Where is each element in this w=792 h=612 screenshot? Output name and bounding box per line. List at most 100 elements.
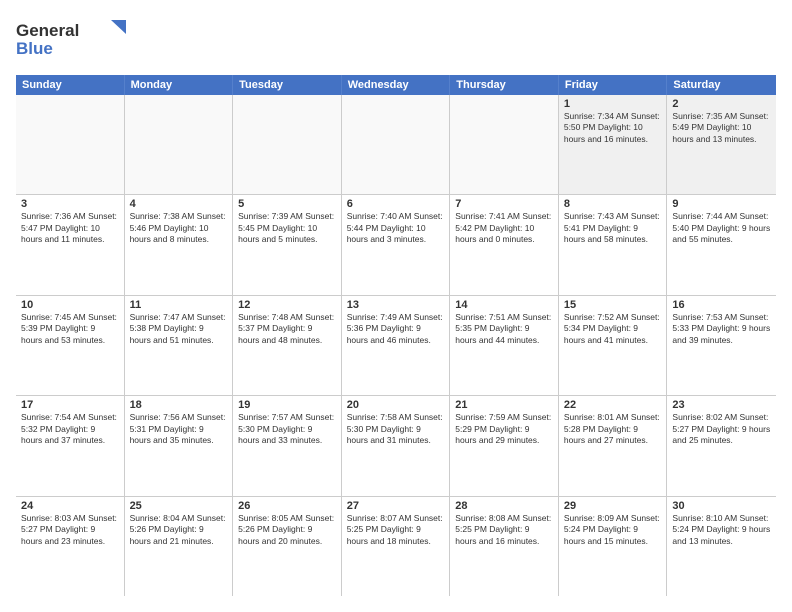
day-number: 2 — [672, 98, 771, 110]
day-info: Sunrise: 7:40 AM Sunset: 5:44 PM Dayligh… — [347, 211, 445, 245]
calendar-page: General Blue SundayMondayTuesdayWednesda… — [0, 0, 792, 612]
day-cell-28: 28Sunrise: 8:08 AM Sunset: 5:25 PM Dayli… — [450, 497, 559, 596]
header-day-sunday: Sunday — [16, 75, 125, 95]
day-info: Sunrise: 7:36 AM Sunset: 5:47 PM Dayligh… — [21, 211, 119, 245]
day-cell-5: 5Sunrise: 7:39 AM Sunset: 5:45 PM Daylig… — [233, 195, 342, 294]
day-cell-14: 14Sunrise: 7:51 AM Sunset: 5:35 PM Dayli… — [450, 296, 559, 395]
day-cell-16: 16Sunrise: 7:53 AM Sunset: 5:33 PM Dayli… — [667, 296, 776, 395]
day-cell-4: 4Sunrise: 7:38 AM Sunset: 5:46 PM Daylig… — [125, 195, 234, 294]
day-cell-10: 10Sunrise: 7:45 AM Sunset: 5:39 PM Dayli… — [16, 296, 125, 395]
calendar: SundayMondayTuesdayWednesdayThursdayFrid… — [16, 75, 776, 596]
day-number: 13 — [347, 299, 445, 311]
day-info: Sunrise: 7:58 AM Sunset: 5:30 PM Dayligh… — [347, 412, 445, 446]
day-number: 21 — [455, 399, 553, 411]
day-number: 5 — [238, 198, 336, 210]
day-cell-25: 25Sunrise: 8:04 AM Sunset: 5:26 PM Dayli… — [125, 497, 234, 596]
day-cell-18: 18Sunrise: 7:56 AM Sunset: 5:31 PM Dayli… — [125, 396, 234, 495]
day-number: 6 — [347, 198, 445, 210]
day-info: Sunrise: 7:43 AM Sunset: 5:41 PM Dayligh… — [564, 211, 662, 245]
page-header: General Blue — [16, 16, 776, 65]
day-number: 12 — [238, 299, 336, 311]
day-number: 30 — [672, 500, 771, 512]
day-number: 19 — [238, 399, 336, 411]
day-info: Sunrise: 7:51 AM Sunset: 5:35 PM Dayligh… — [455, 312, 553, 346]
day-cell-29: 29Sunrise: 8:09 AM Sunset: 5:24 PM Dayli… — [559, 497, 668, 596]
day-cell-30: 30Sunrise: 8:10 AM Sunset: 5:24 PM Dayli… — [667, 497, 776, 596]
empty-cell — [125, 95, 234, 194]
empty-cell — [450, 95, 559, 194]
calendar-week-5: 24Sunrise: 8:03 AM Sunset: 5:27 PM Dayli… — [16, 497, 776, 596]
day-number: 15 — [564, 299, 662, 311]
day-info: Sunrise: 8:02 AM Sunset: 5:27 PM Dayligh… — [672, 412, 771, 446]
day-number: 11 — [130, 299, 228, 311]
calendar-week-4: 17Sunrise: 7:54 AM Sunset: 5:32 PM Dayli… — [16, 396, 776, 496]
day-number: 25 — [130, 500, 228, 512]
day-number: 4 — [130, 198, 228, 210]
day-info: Sunrise: 8:01 AM Sunset: 5:28 PM Dayligh… — [564, 412, 662, 446]
header-day-friday: Friday — [559, 75, 668, 95]
day-info: Sunrise: 8:03 AM Sunset: 5:27 PM Dayligh… — [21, 513, 119, 547]
day-info: Sunrise: 8:04 AM Sunset: 5:26 PM Dayligh… — [130, 513, 228, 547]
day-number: 1 — [564, 98, 662, 110]
day-info: Sunrise: 7:54 AM Sunset: 5:32 PM Dayligh… — [21, 412, 119, 446]
day-number: 9 — [672, 198, 771, 210]
header-day-monday: Monday — [125, 75, 234, 95]
day-info: Sunrise: 7:53 AM Sunset: 5:33 PM Dayligh… — [672, 312, 771, 346]
day-number: 10 — [21, 299, 119, 311]
header-day-saturday: Saturday — [667, 75, 776, 95]
day-info: Sunrise: 8:07 AM Sunset: 5:25 PM Dayligh… — [347, 513, 445, 547]
day-info: Sunrise: 7:35 AM Sunset: 5:49 PM Dayligh… — [672, 111, 771, 145]
day-number: 29 — [564, 500, 662, 512]
day-cell-6: 6Sunrise: 7:40 AM Sunset: 5:44 PM Daylig… — [342, 195, 451, 294]
day-cell-21: 21Sunrise: 7:59 AM Sunset: 5:29 PM Dayli… — [450, 396, 559, 495]
day-number: 22 — [564, 399, 662, 411]
day-info: Sunrise: 7:48 AM Sunset: 5:37 PM Dayligh… — [238, 312, 336, 346]
day-number: 18 — [130, 399, 228, 411]
day-info: Sunrise: 8:05 AM Sunset: 5:26 PM Dayligh… — [238, 513, 336, 547]
day-info: Sunrise: 7:52 AM Sunset: 5:34 PM Dayligh… — [564, 312, 662, 346]
day-cell-7: 7Sunrise: 7:41 AM Sunset: 5:42 PM Daylig… — [450, 195, 559, 294]
day-cell-24: 24Sunrise: 8:03 AM Sunset: 5:27 PM Dayli… — [16, 497, 125, 596]
day-number: 7 — [455, 198, 553, 210]
day-info: Sunrise: 7:47 AM Sunset: 5:38 PM Dayligh… — [130, 312, 228, 346]
day-info: Sunrise: 7:59 AM Sunset: 5:29 PM Dayligh… — [455, 412, 553, 446]
day-cell-26: 26Sunrise: 8:05 AM Sunset: 5:26 PM Dayli… — [233, 497, 342, 596]
day-number: 26 — [238, 500, 336, 512]
day-number: 27 — [347, 500, 445, 512]
day-info: Sunrise: 7:45 AM Sunset: 5:39 PM Dayligh… — [21, 312, 119, 346]
day-info: Sunrise: 8:09 AM Sunset: 5:24 PM Dayligh… — [564, 513, 662, 547]
header-day-tuesday: Tuesday — [233, 75, 342, 95]
day-number: 8 — [564, 198, 662, 210]
calendar-week-3: 10Sunrise: 7:45 AM Sunset: 5:39 PM Dayli… — [16, 296, 776, 396]
day-number: 14 — [455, 299, 553, 311]
day-cell-8: 8Sunrise: 7:43 AM Sunset: 5:41 PM Daylig… — [559, 195, 668, 294]
empty-cell — [342, 95, 451, 194]
empty-cell — [233, 95, 342, 194]
day-cell-20: 20Sunrise: 7:58 AM Sunset: 5:30 PM Dayli… — [342, 396, 451, 495]
day-number: 24 — [21, 500, 119, 512]
day-info: Sunrise: 7:38 AM Sunset: 5:46 PM Dayligh… — [130, 211, 228, 245]
day-info: Sunrise: 7:57 AM Sunset: 5:30 PM Dayligh… — [238, 412, 336, 446]
empty-cell — [16, 95, 125, 194]
day-cell-15: 15Sunrise: 7:52 AM Sunset: 5:34 PM Dayli… — [559, 296, 668, 395]
calendar-week-2: 3Sunrise: 7:36 AM Sunset: 5:47 PM Daylig… — [16, 195, 776, 295]
day-number: 20 — [347, 399, 445, 411]
day-number: 16 — [672, 299, 771, 311]
day-number: 23 — [672, 399, 771, 411]
day-info: Sunrise: 7:56 AM Sunset: 5:31 PM Dayligh… — [130, 412, 228, 446]
day-number: 3 — [21, 198, 119, 210]
svg-text:General: General — [16, 21, 79, 40]
day-info: Sunrise: 7:39 AM Sunset: 5:45 PM Dayligh… — [238, 211, 336, 245]
day-cell-11: 11Sunrise: 7:47 AM Sunset: 5:38 PM Dayli… — [125, 296, 234, 395]
svg-text:Blue: Blue — [16, 39, 53, 58]
day-info: Sunrise: 8:08 AM Sunset: 5:25 PM Dayligh… — [455, 513, 553, 547]
day-cell-3: 3Sunrise: 7:36 AM Sunset: 5:47 PM Daylig… — [16, 195, 125, 294]
day-info: Sunrise: 7:34 AM Sunset: 5:50 PM Dayligh… — [564, 111, 662, 145]
logo-text: General Blue — [16, 16, 126, 65]
header-day-thursday: Thursday — [450, 75, 559, 95]
day-number: 17 — [21, 399, 119, 411]
day-info: Sunrise: 8:10 AM Sunset: 5:24 PM Dayligh… — [672, 513, 771, 547]
day-info: Sunrise: 7:44 AM Sunset: 5:40 PM Dayligh… — [672, 211, 771, 245]
day-cell-1: 1Sunrise: 7:34 AM Sunset: 5:50 PM Daylig… — [559, 95, 668, 194]
calendar-body: 1Sunrise: 7:34 AM Sunset: 5:50 PM Daylig… — [16, 95, 776, 596]
